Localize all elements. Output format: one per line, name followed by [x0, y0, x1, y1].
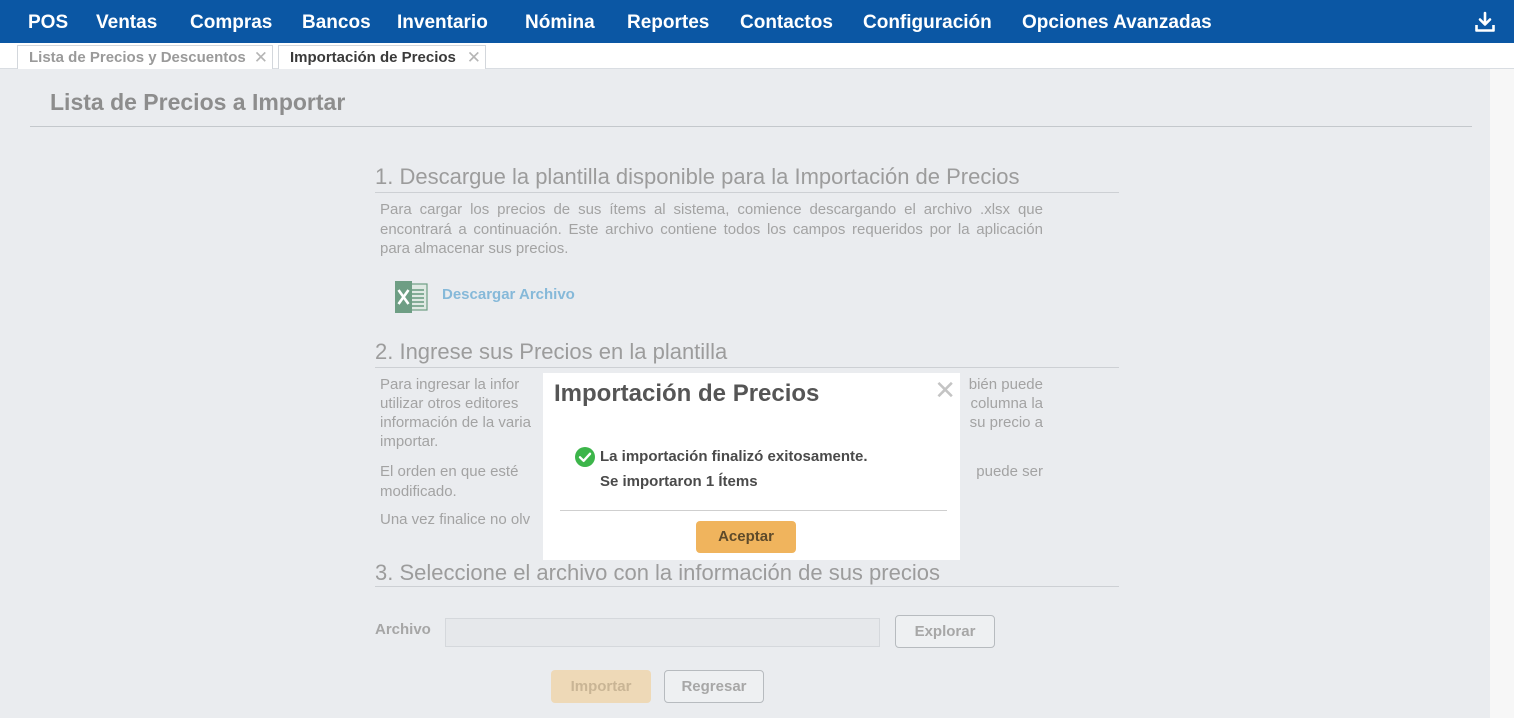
import-result-dialog: Importación de Precios ✕ La importación … [543, 373, 960, 560]
nav-item-bancos[interactable]: Bancos [302, 0, 371, 43]
page-title: Lista de Precios a Importar [50, 89, 346, 115]
import-button[interactable]: Importar [551, 670, 651, 703]
tab-lista-precios-descuentos[interactable]: Lista de Precios y Descuentos ✕ [17, 45, 273, 70]
nav-item-opciones-avanzadas[interactable]: Opciones Avanzadas [1022, 0, 1212, 43]
nav-item-compras[interactable]: Compras [190, 0, 272, 43]
download-file-link[interactable]: Descargar Archivo [442, 286, 575, 303]
nav-item-inventario[interactable]: Inventario [397, 0, 488, 43]
nav-item-contactos[interactable]: Contactos [740, 0, 833, 43]
nav-item-reportes[interactable]: Reportes [627, 0, 709, 43]
divider [375, 586, 1119, 587]
step2-heading: 2. Ingrese sus Precios en la plantilla [375, 339, 728, 364]
divider [375, 192, 1119, 193]
check-circle-icon [575, 447, 595, 467]
tab-bar: Lista de Precios y Descuentos ✕ Importac… [0, 43, 1514, 70]
file-path-input[interactable] [445, 618, 880, 647]
excel-icon [395, 281, 428, 313]
accept-button[interactable]: Aceptar [696, 521, 796, 553]
back-button[interactable]: Regresar [664, 670, 764, 703]
nav-item-nomina[interactable]: Nómina [525, 0, 595, 43]
top-navigation: POS Ventas Compras Bancos Inventario Nóm… [0, 0, 1514, 43]
close-icon[interactable]: ✕ [254, 46, 268, 69]
dialog-title: Importación de Precios [554, 380, 820, 407]
close-icon[interactable]: ✕ [934, 377, 956, 403]
nav-item-configuracion[interactable]: Configuración [863, 0, 992, 43]
tab-label: Lista de Precios y Descuentos [29, 49, 246, 66]
success-message: La importación finalizó exitosamente. [600, 448, 868, 465]
divider [30, 126, 1472, 127]
explore-button[interactable]: Explorar [895, 615, 995, 648]
close-icon[interactable]: ✕ [467, 46, 481, 69]
scrollbar[interactable] [1490, 69, 1514, 718]
step1-heading: 1. Descargue la plantilla disponible par… [375, 164, 1020, 189]
nav-item-pos[interactable]: POS [28, 0, 68, 43]
download-icon[interactable] [1474, 11, 1496, 33]
divider [375, 367, 1119, 368]
imported-count-message: Se importaron 1 Ítems [600, 473, 758, 490]
step1-text: Para cargar los precios de sus ítems al … [380, 201, 1043, 257]
tab-label: Importación de Precios [290, 49, 456, 66]
nav-item-ventas[interactable]: Ventas [96, 0, 157, 43]
tab-importacion-precios[interactable]: Importación de Precios ✕ [278, 45, 486, 70]
divider [560, 510, 947, 511]
step3-heading: 3. Seleccione el archivo con la informac… [375, 560, 940, 585]
file-label: Archivo [375, 621, 431, 638]
